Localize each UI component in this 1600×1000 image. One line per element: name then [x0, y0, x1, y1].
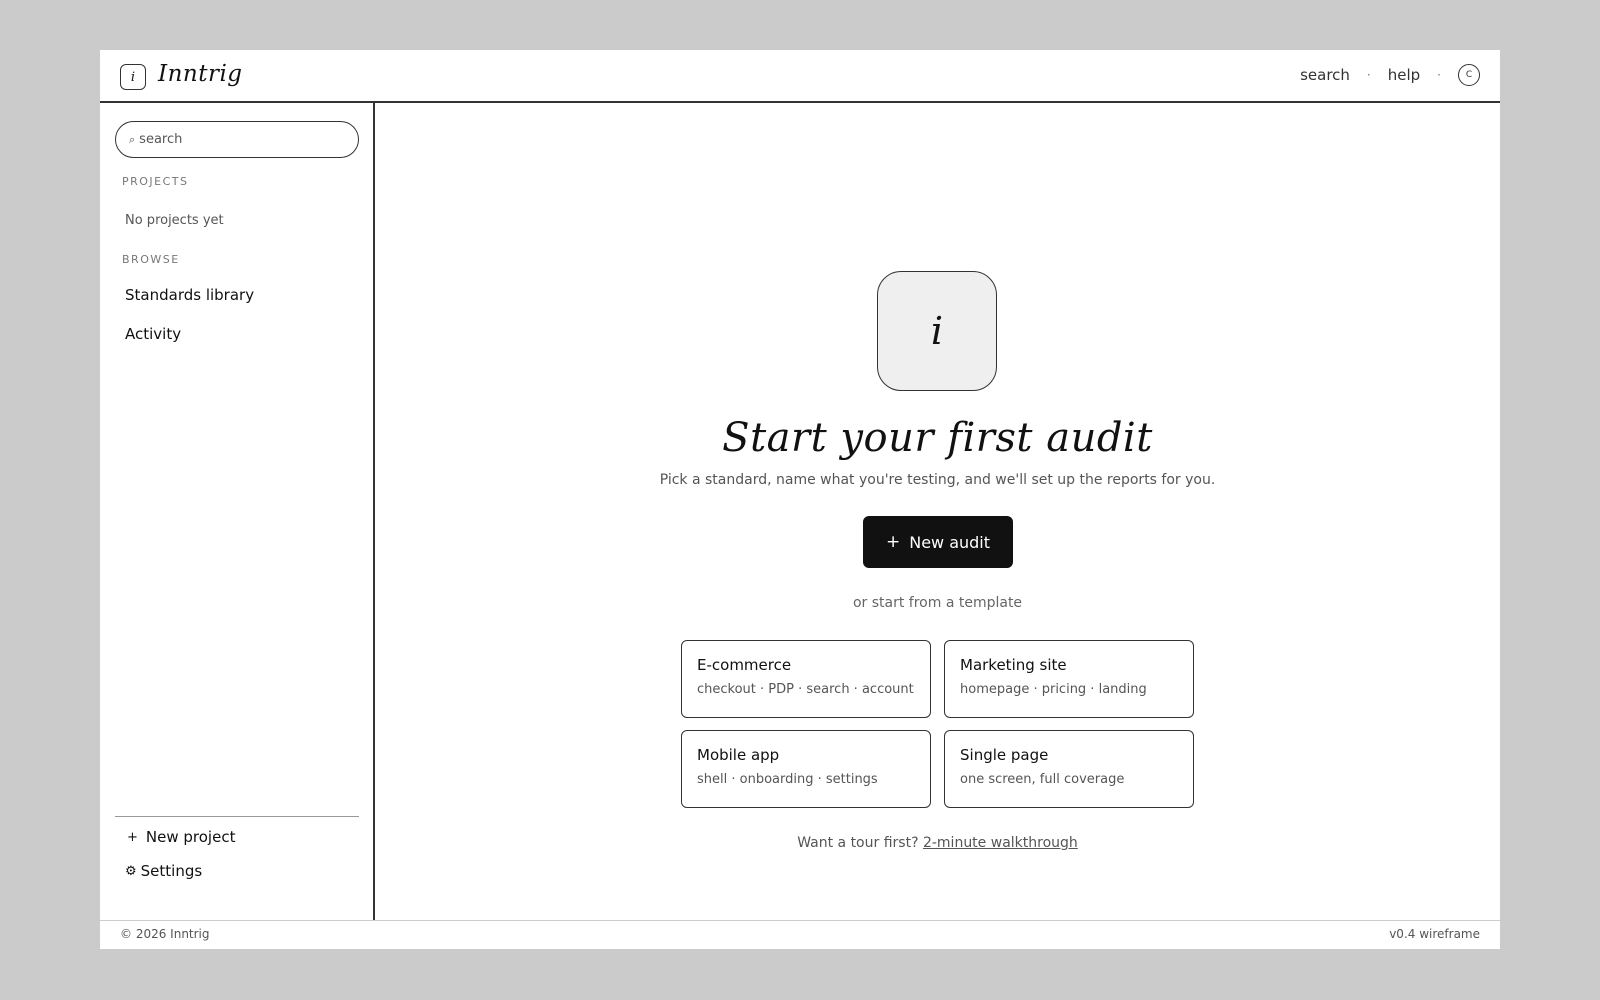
projects-empty-state: No projects yet — [125, 213, 224, 228]
plus-icon: + — [127, 829, 138, 845]
browse-heading: BROWSE — [122, 253, 180, 266]
new-audit-button[interactable]: + New audit — [863, 516, 1013, 568]
template-description: homepage · pricing · landing — [960, 682, 1147, 697]
template-description: one screen, full coverage — [960, 772, 1125, 787]
top-nav: search · help · C — [1300, 64, 1480, 86]
help-link[interactable]: help — [1388, 66, 1420, 84]
tour-prefix: Want a tour first? — [797, 835, 919, 851]
plus-icon: + — [885, 532, 901, 552]
sidebar-divider — [115, 816, 359, 817]
template-card-marketing-site[interactable]: Marketing site homepage · pricing · land… — [944, 640, 1194, 718]
footer: © 2026 Inntrig v0.4 wireframe — [100, 920, 1500, 949]
hero-info-icon: i — [877, 271, 997, 391]
new-project-label: New project — [145, 828, 236, 846]
projects-heading: PROJECTS — [122, 175, 189, 188]
logo-icon[interactable]: i — [120, 64, 146, 90]
settings-label: Settings — [140, 862, 203, 880]
page-subtitle: Pick a standard, name what you're testin… — [659, 472, 1216, 488]
walkthrough-link[interactable]: 2-minute walkthrough — [923, 835, 1078, 851]
search-placeholder: search — [139, 132, 183, 147]
template-title: E-commerce — [697, 656, 792, 674]
brand-name[interactable]: Inntrig — [158, 61, 243, 87]
main-content: i Start your first audit Pick a standard… — [375, 103, 1500, 920]
tour-prompt: Want a tour first? 2-minute walkthrough — [375, 835, 1500, 851]
page-title: Start your first audit — [722, 415, 1153, 461]
sidebar: ⌕ search PROJECTS No projects yet BROWSE… — [100, 103, 375, 920]
top-bar: i Inntrig search · help · C — [100, 50, 1500, 103]
gear-icon: ⚙ — [125, 863, 137, 879]
template-card-single-page[interactable]: Single page one screen, full coverage — [944, 730, 1194, 808]
nav-separator: · — [1366, 68, 1371, 82]
sidebar-item-standards-library[interactable]: Standards library — [125, 286, 254, 304]
template-title: Mobile app — [697, 746, 780, 764]
new-audit-label: New audit — [909, 532, 991, 552]
copyright-text: © 2026 Inntrig — [120, 927, 210, 941]
search-input[interactable]: ⌕ search — [115, 121, 359, 158]
template-title: Single page — [960, 746, 1049, 764]
template-description: shell · onboarding · settings — [697, 772, 878, 787]
template-card-mobile-app[interactable]: Mobile app shell · onboarding · settings — [681, 730, 931, 808]
template-description: checkout · PDP · search · account — [697, 682, 914, 697]
app-window: i Inntrig search · help · C ⌕ search PRO… — [100, 50, 1500, 949]
new-project-button[interactable]: + New project — [127, 828, 235, 846]
template-prompt: or start from a template — [852, 595, 1023, 611]
settings-button[interactable]: ⚙ Settings — [125, 862, 202, 880]
nav-separator: · — [1437, 68, 1441, 82]
version-label: v0.4 wireframe — [1389, 927, 1480, 941]
sidebar-item-activity[interactable]: Activity — [125, 325, 181, 343]
avatar[interactable]: C — [1458, 64, 1480, 86]
template-card-ecommerce[interactable]: E-commerce checkout · PDP · search · acc… — [681, 640, 931, 718]
template-title: Marketing site — [960, 656, 1067, 674]
search-icon: ⌕ — [129, 132, 136, 146]
search-link[interactable]: search — [1300, 66, 1350, 84]
